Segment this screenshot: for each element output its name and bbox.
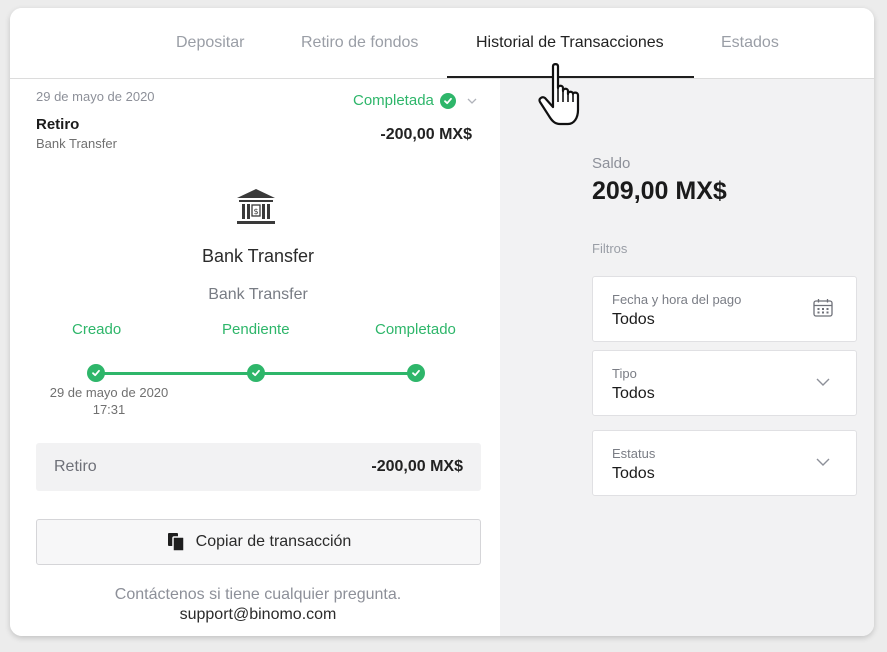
check-circle-icon — [247, 364, 265, 382]
contact-text: Contáctenos si tiene cualquier pregunta. — [114, 586, 402, 603]
step-pending: Pendiente — [222, 321, 290, 338]
chevron-down-icon — [816, 458, 830, 466]
step-completed: Completado — [375, 321, 456, 338]
filters-panel: Saldo 209,00 MX$ Filtros Fecha y hora de… — [500, 79, 874, 636]
created-timestamp: 29 de mayo de 2020 17:31 — [46, 384, 172, 418]
chevron-down-icon — [816, 378, 830, 386]
bank-icon: $ — [237, 189, 275, 224]
filter-status[interactable]: Estatus Todos — [592, 430, 857, 496]
check-circle-icon — [407, 364, 425, 382]
status-label: Completada — [353, 92, 434, 109]
filter-date[interactable]: Fecha y hora del pago Todos — [592, 276, 857, 342]
transaction-detail-panel: 29 de mayo de 2020 Completada Retiro Ban… — [10, 79, 500, 636]
filter-date-value: Todos — [612, 311, 655, 328]
chevron-down-icon — [467, 98, 477, 104]
filter-date-label: Fecha y hora del pago — [612, 292, 742, 307]
copy-transaction-button[interactable]: Copiar de transacción — [36, 519, 481, 565]
svg-text:$: $ — [253, 207, 258, 216]
balance-label: Saldo — [592, 155, 631, 172]
tab-withdraw[interactable]: Retiro de fondos — [301, 34, 418, 52]
calendar-icon — [813, 299, 833, 317]
summary-label: Retiro — [54, 458, 97, 475]
check-circle-icon — [439, 92, 456, 109]
filter-status-label: Estatus — [612, 446, 656, 461]
hand-pointer-cursor — [538, 63, 580, 126]
summary-row: Retiro -200,00 MX$ — [36, 443, 481, 491]
tab-deposit[interactable]: Depositar — [176, 34, 244, 52]
created-time: 17:31 — [92, 402, 126, 417]
tab-statuses[interactable]: Estados — [721, 34, 779, 52]
transaction-type: Retiro — [36, 116, 80, 133]
filters-heading: Filtros — [592, 241, 628, 256]
filter-type-label: Tipo — [612, 366, 637, 381]
support-email-link[interactable]: support@binomo.com — [10, 606, 506, 624]
filter-status-value: Todos — [612, 465, 655, 482]
transaction-amount: -200,00 MX$ — [380, 126, 472, 143]
transaction-method: Bank Transfer — [36, 136, 117, 151]
tab-transaction-history[interactable]: Historial de Transacciones — [476, 34, 664, 52]
step-created: Creado — [72, 321, 122, 338]
transaction-history-card: Depositar Retiro de fondos Historial de … — [10, 8, 874, 636]
filter-type[interactable]: Tipo Todos — [592, 350, 857, 416]
balance-value: 209,00 MX$ — [592, 177, 727, 205]
method-subtitle: Bank Transfer — [208, 286, 308, 303]
transaction-date: 29 de mayo de 2020 — [36, 89, 155, 104]
transaction-status[interactable]: Completada — [353, 92, 478, 109]
method-title: Bank Transfer — [201, 246, 315, 266]
summary-amount: -200,00 MX$ — [371, 458, 463, 475]
created-date: 29 de mayo de 2020 — [49, 385, 169, 400]
tab-bar: Depositar Retiro de fondos Historial de … — [10, 8, 874, 79]
copy-icon — [167, 533, 185, 552]
filter-type-value: Todos — [612, 385, 655, 402]
check-circle-icon — [87, 364, 105, 382]
copy-button-label: Copiar de transacción — [195, 533, 352, 550]
